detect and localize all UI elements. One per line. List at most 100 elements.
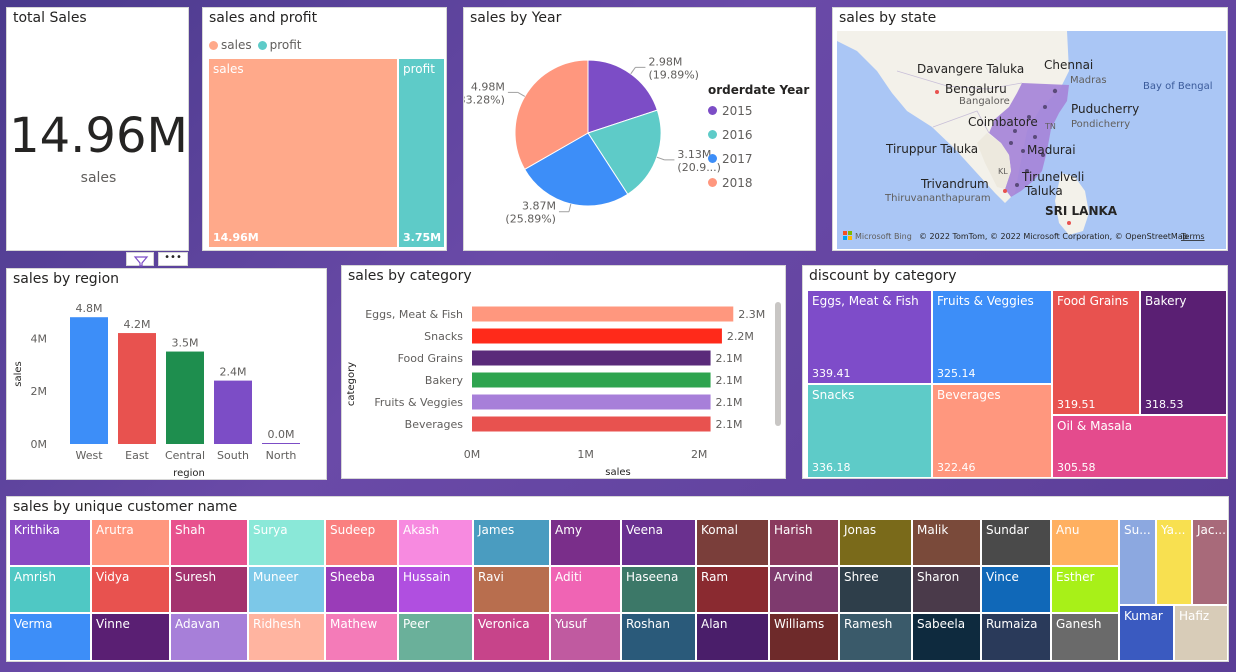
treemap-cell[interactable]: Ya...: [1156, 519, 1192, 605]
treemap-cell[interactable]: Snacks 336.18: [807, 384, 932, 478]
x-tick-label: South: [217, 449, 249, 462]
treemap-cell[interactable]: Ridhesh: [248, 613, 325, 661]
bar-data-label: 2.1M: [716, 418, 743, 431]
treemap-cell[interactable]: Suresh: [170, 566, 248, 613]
legend-item-sales[interactable]: sales: [209, 38, 252, 52]
treemap-cell[interactable]: Bakery 318.53: [1140, 290, 1227, 415]
treemap-cell[interactable]: Muneer: [248, 566, 325, 613]
discount-by-category-card[interactable]: discount by category Eggs, Meat & Fish 33…: [802, 265, 1228, 479]
treemap-cell[interactable]: Eggs, Meat & Fish 339.41: [807, 290, 932, 384]
treemap-cell[interactable]: Shree: [839, 566, 912, 613]
category-scrollbar[interactable]: [775, 302, 781, 426]
map-bing-label: Microsoft Bing: [855, 232, 912, 241]
legend-item-2016[interactable]: 2016: [708, 128, 753, 152]
bar-Snacks[interactable]: [472, 328, 722, 344]
treemap-cell[interactable]: Jac...: [1192, 519, 1228, 605]
treemap-cell[interactable]: Vince: [981, 566, 1051, 613]
treemap-cell-value: 325.14: [937, 367, 976, 380]
bar-South[interactable]: [214, 380, 252, 444]
treemap-cell[interactable]: Hafiz: [1174, 605, 1228, 661]
treemap-cell[interactable]: Amrish: [9, 566, 91, 613]
treemap-cell[interactable]: Peer: [398, 613, 473, 661]
treemap-cell[interactable]: Surya: [248, 519, 325, 566]
treemap-cell[interactable]: Jonas: [839, 519, 912, 566]
treemap-cell[interactable]: Amy: [550, 519, 621, 566]
sales-profit-card[interactable]: sales and profit sales profit sales 14.96M…: [202, 7, 447, 251]
treemap-cell-label: Eggs, Meat & Fish: [812, 294, 919, 308]
treemap-cell[interactable]: Krithika: [9, 519, 91, 566]
bar-Central[interactable]: [166, 351, 204, 444]
treemap-cell[interactable]: Ramesh: [839, 613, 912, 661]
treemap-cell[interactable]: Su...: [1119, 519, 1156, 605]
treemap-cell[interactable]: Arutra: [91, 519, 170, 566]
bar-Beverages[interactable]: [472, 416, 711, 432]
sales-by-year-card[interactable]: sales by Year 2.98M (19.89%) 3.13M (20.9...…: [463, 7, 816, 251]
treemap-cell[interactable]: Veena: [621, 519, 696, 566]
treemap-cell[interactable]: Anu: [1051, 519, 1119, 566]
treemap-cell[interactable]: Ravi: [473, 566, 550, 613]
treemap-cell[interactable]: Food Grains 319.51: [1052, 290, 1140, 415]
treemap-cell[interactable]: Harish: [769, 519, 839, 566]
treemap-cell[interactable]: Veronica: [473, 613, 550, 661]
treemap-cell[interactable]: Roshan: [621, 613, 696, 661]
treemap-cell[interactable]: Ram: [696, 566, 769, 613]
treemap-cell[interactable]: Sudeep: [325, 519, 398, 566]
treemap-cell[interactable]: Vinne: [91, 613, 170, 661]
treemap-cell[interactable]: Ganesh: [1051, 613, 1119, 661]
treemap-cell[interactable]: Aditi: [550, 566, 621, 613]
treemap-cell[interactable]: Adavan: [170, 613, 248, 661]
treemap-cell-label: Veronica: [478, 617, 530, 631]
treemap-cell[interactable]: James: [473, 519, 550, 566]
treemap-cell[interactable]: Arvind: [769, 566, 839, 613]
map-area[interactable]: Davangere Taluka Bengaluru Tiruppur Talu…: [837, 31, 1226, 249]
filter-icon[interactable]: [126, 252, 154, 267]
sales-by-category-card[interactable]: sales by category Eggs, Meat & Fish 2.3M S…: [341, 265, 786, 479]
treemap-cell[interactable]: Beverages 322.46: [932, 384, 1052, 478]
treemap-cell[interactable]: Malik: [912, 519, 981, 566]
bar-North[interactable]: [262, 443, 300, 444]
customer-sales-card[interactable]: sales by unique customer name Krithika Am…: [6, 496, 1229, 662]
treemap-cell[interactable]: Esther: [1051, 566, 1119, 613]
treemap-cell-label: Verma: [14, 617, 53, 631]
treemap-cell[interactable]: Yusuf: [550, 613, 621, 661]
treemap-cell-label: Food Grains: [1057, 294, 1129, 308]
legend-item-2018[interactable]: 2018: [708, 176, 753, 200]
treemap-cell[interactable]: Oil & Masala 305.58: [1052, 415, 1227, 478]
bar-Bakery[interactable]: [472, 372, 711, 388]
bar-East[interactable]: [118, 333, 156, 444]
treemap-cell[interactable]: Komal: [696, 519, 769, 566]
treemap-cell[interactable]: Kumar: [1119, 605, 1174, 661]
map-terms-link[interactable]: Terms: [1180, 232, 1205, 241]
treemap-cell[interactable]: Alan: [696, 613, 769, 661]
sales-by-region-card[interactable]: sales by region 0M 2M 4M 4.8M West 4.2M East 3.…: [6, 268, 327, 480]
legend-item-2017[interactable]: 2017: [708, 152, 753, 176]
treemap-cell-profit[interactable]: profit 3.75M: [398, 58, 445, 248]
legend-item-2015[interactable]: 2015: [708, 104, 753, 128]
treemap-cell[interactable]: Hussain: [398, 566, 473, 613]
treemap-cell[interactable]: Rumaiza: [981, 613, 1051, 661]
treemap-cell[interactable]: Sabeela: [912, 613, 981, 661]
treemap-cell-label: Vinne: [96, 617, 130, 631]
treemap-cell[interactable]: Fruits & Veggies 325.14: [932, 290, 1052, 384]
treemap-cell[interactable]: Verma: [9, 613, 91, 661]
treemap-cell[interactable]: Sundar: [981, 519, 1051, 566]
sales-by-state-card[interactable]: sales by state Davangere Taluka Bengalur…: [832, 7, 1228, 251]
treemap-cell[interactable]: Sharon: [912, 566, 981, 613]
map-label-bengaluru: Bengaluru: [945, 82, 1007, 96]
treemap-cell[interactable]: Haseena: [621, 566, 696, 613]
bar-Food Grains[interactable]: [472, 350, 711, 366]
treemap-cell[interactable]: Williams: [769, 613, 839, 661]
treemap-cell[interactable]: Vidya: [91, 566, 170, 613]
treemap-cell[interactable]: Shah: [170, 519, 248, 566]
bar-West[interactable]: [70, 317, 108, 444]
treemap-cell-sales[interactable]: sales 14.96M: [208, 58, 398, 248]
more-options-icon[interactable]: •••: [158, 252, 188, 266]
treemap-cell[interactable]: Akash: [398, 519, 473, 566]
legend-item-profit[interactable]: profit: [257, 38, 301, 52]
treemap-cell[interactable]: Mathew: [325, 613, 398, 661]
total-sales-card[interactable]: total Sales 14.96M sales: [6, 7, 189, 251]
map-label-davangere: Davangere Taluka: [917, 62, 1024, 76]
bar-Fruits & Veggies[interactable]: [472, 394, 711, 410]
bar-Eggs, Meat & Fish[interactable]: [472, 306, 734, 322]
treemap-cell[interactable]: Sheeba: [325, 566, 398, 613]
